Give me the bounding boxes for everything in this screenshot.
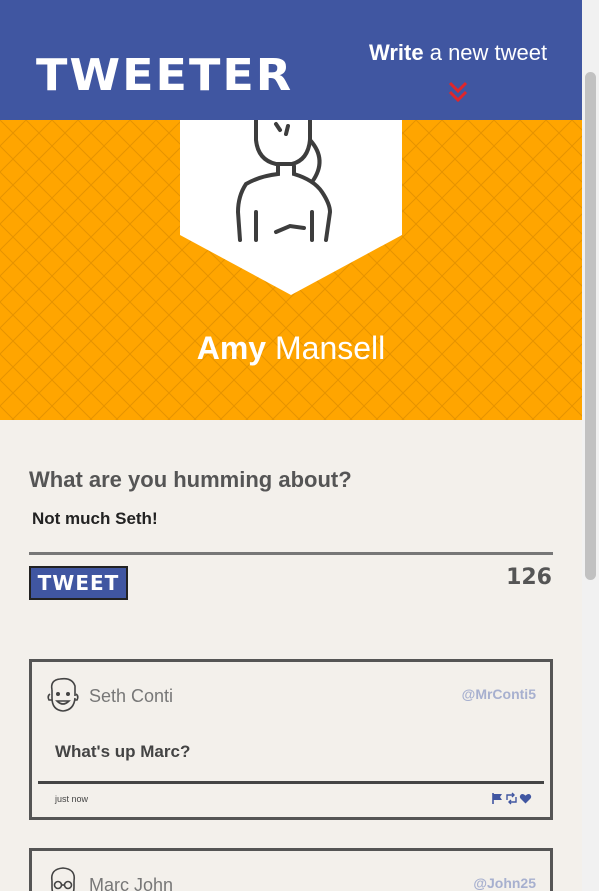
profile-name: Amy Mansell: [0, 330, 582, 367]
write-rest-text: a new tweet: [423, 40, 548, 65]
profile-avatar-badge: [180, 120, 402, 295]
tweet-timestamp: just now: [55, 794, 89, 804]
tweet-divider: [38, 781, 544, 784]
tweet-body: What's up Marc?: [55, 742, 191, 761]
tweet-button[interactable]: TWEET: [29, 566, 128, 600]
user-avatar-icon: [47, 677, 79, 712]
compose-prompt: What are you humming about?: [29, 467, 352, 492]
tweet-card: Marc John @John25: [29, 848, 553, 891]
character-counter: 126: [506, 565, 552, 590]
tweet-author-name[interactable]: Marc John: [89, 875, 173, 891]
scrollbar-thumb[interactable]: [585, 72, 596, 580]
first-name: Amy: [196, 330, 267, 366]
compose-underline: [29, 552, 553, 555]
tweet-author-name[interactable]: Seth Conti: [89, 686, 173, 707]
profile-banner: Amy Mansell: [0, 120, 582, 420]
write-new-tweet-link[interactable]: Write a new tweet: [369, 40, 547, 66]
last-name: Mansell: [266, 330, 386, 366]
flag-icon[interactable]: [491, 790, 504, 804]
heart-icon[interactable]: [519, 790, 532, 804]
tweet-card: Seth Conti @MrConti5 What's up Marc? jus…: [29, 659, 553, 820]
tweet-textarea[interactable]: Not much Seth!: [32, 509, 158, 529]
double-chevron-down-icon[interactable]: [447, 80, 469, 106]
retweet-icon[interactable]: [505, 790, 518, 805]
tweet-author-handle[interactable]: @MrConti5: [462, 686, 536, 702]
page: TWEETER Write a new tweet Amy Mansell Wh…: [0, 0, 582, 891]
write-strong-text: Write: [369, 40, 424, 65]
site-header: TWEETER Write a new tweet: [0, 0, 582, 120]
site-logo[interactable]: TWEETER: [36, 51, 293, 99]
user-avatar-icon: [50, 867, 76, 891]
tweet-actions: [490, 790, 536, 805]
tweet-author-handle[interactable]: @John25: [473, 875, 536, 891]
